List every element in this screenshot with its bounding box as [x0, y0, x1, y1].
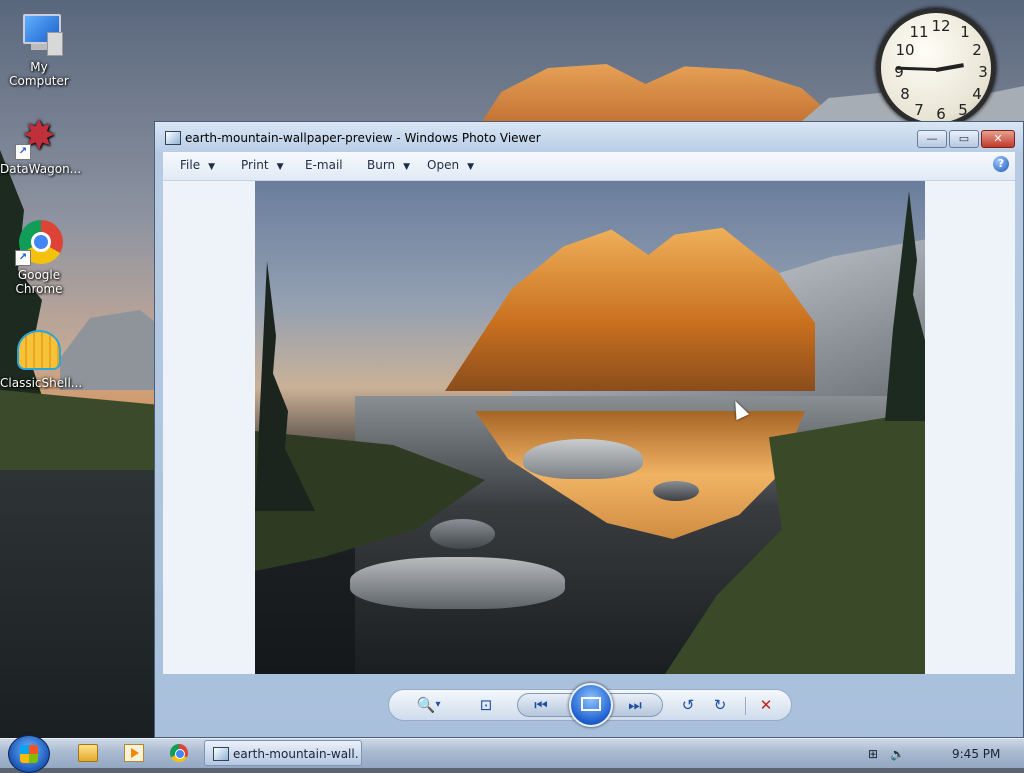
clock-number: 10: [895, 41, 915, 59]
desktop-icon-label: My Computer: [9, 60, 69, 88]
minimize-button[interactable]: —: [917, 130, 947, 148]
shortcut-arrow-icon: ↗: [15, 144, 31, 160]
clock-number: 5: [958, 101, 968, 119]
classicshell-icon: [15, 326, 63, 374]
desktop-icon-classicshell[interactable]: ClassicShell...: [0, 326, 82, 390]
desktop-icon-label: Google Chrome: [15, 268, 63, 296]
chevron-down-icon: ▼: [208, 162, 216, 172]
close-button[interactable]: ✕: [981, 130, 1015, 148]
menu-file[interactable]: File ▼: [180, 158, 215, 172]
slideshow-button[interactable]: [569, 683, 613, 727]
help-icon[interactable]: ?: [993, 156, 1009, 172]
clock-number: 3: [978, 63, 988, 81]
title-bar[interactable]: earth-mountain-wallpaper-preview - Windo…: [155, 122, 1023, 152]
wallpaper-lake: [0, 470, 160, 740]
clock-hour-hand: [935, 63, 964, 72]
chevron-down-icon: ▼: [276, 162, 284, 172]
menu-bar: File ▼ Print ▼ E-mail Burn ▼ Open ▼ ?: [163, 152, 1015, 181]
image-viewer-area[interactable]: [163, 181, 1015, 674]
window-title: earth-mountain-wallpaper-preview - Windo…: [185, 131, 541, 145]
viewer-control-bar: 🔍 ▾ ⊡ ⏮ ⏭ ↺ ↻ ✕: [388, 683, 792, 727]
shortcut-arrow-icon: ↗: [15, 250, 31, 266]
slideshow-icon: [581, 697, 601, 711]
media-player-icon[interactable]: [124, 744, 144, 762]
explorer-folder-icon[interactable]: [78, 744, 98, 762]
clock-number: 8: [900, 85, 910, 103]
taskbar-button-label: earth-mountain-wall...: [233, 747, 359, 761]
windows-logo-icon: [20, 745, 38, 763]
chrome-icon: ↗: [15, 218, 63, 266]
system-clock[interactable]: 9:45 PM: [952, 747, 1000, 761]
taskbar-photo-viewer-button[interactable]: earth-mountain-wall...: [204, 740, 362, 766]
computer-icon: [15, 10, 63, 58]
chrome-icon[interactable]: [170, 744, 188, 762]
clock-number: 2: [972, 41, 982, 59]
clock-number: 1: [960, 23, 970, 41]
menu-email[interactable]: E-mail: [305, 158, 343, 172]
actual-size-icon[interactable]: ⊡: [475, 696, 497, 714]
desktop-icon-my-computer[interactable]: My Computer: [0, 10, 78, 88]
displayed-photo: [255, 181, 925, 674]
datawagon-icon: ✸ ↗: [15, 112, 63, 160]
taskbar: earth-mountain-wall... ⊞ 🔈 9:45 PM: [0, 735, 1024, 773]
photo-viewer-icon: [213, 747, 229, 761]
desktop-icon-datawagon[interactable]: ✸ ↗ DataWagon...: [0, 112, 82, 176]
clock-gadget[interactable]: 12 1 2 3 4 5 6 7 8 9 10 11: [876, 8, 996, 128]
maximize-button[interactable]: ▭: [949, 130, 979, 148]
divider: [745, 697, 746, 715]
next-button[interactable]: ⏭: [624, 696, 646, 714]
network-icon[interactable]: ⊞: [866, 747, 880, 761]
menu-print[interactable]: Print ▼: [241, 158, 284, 172]
chevron-down-icon: ▼: [403, 162, 411, 172]
photo-viewer-icon: [165, 131, 181, 145]
clock-number: 7: [914, 101, 924, 119]
previous-button[interactable]: ⏮: [530, 696, 552, 714]
chevron-down-icon: ▼: [467, 162, 474, 172]
photo-viewer-window[interactable]: earth-mountain-wallpaper-preview - Windo…: [154, 121, 1024, 738]
volume-icon[interactable]: 🔈: [890, 747, 905, 761]
clock-number: 11: [909, 23, 929, 41]
clock-number: 9: [894, 63, 904, 81]
delete-button[interactable]: ✕: [755, 696, 777, 714]
menu-burn[interactable]: Burn ▼: [367, 158, 410, 172]
menu-open[interactable]: Open ▼: [427, 158, 474, 172]
desktop-icon-label: ClassicShell...: [0, 376, 83, 390]
rotate-counterclockwise-button[interactable]: ↺: [677, 696, 699, 714]
desktop-icon-label: DataWagon...: [0, 162, 82, 176]
start-button[interactable]: [8, 735, 50, 773]
chevron-down-icon[interactable]: ▾: [433, 696, 443, 714]
desktop-icon-google-chrome[interactable]: ↗ Google Chrome: [0, 218, 78, 296]
clock-number: 12: [931, 17, 951, 35]
rotate-clockwise-button[interactable]: ↻: [709, 696, 731, 714]
